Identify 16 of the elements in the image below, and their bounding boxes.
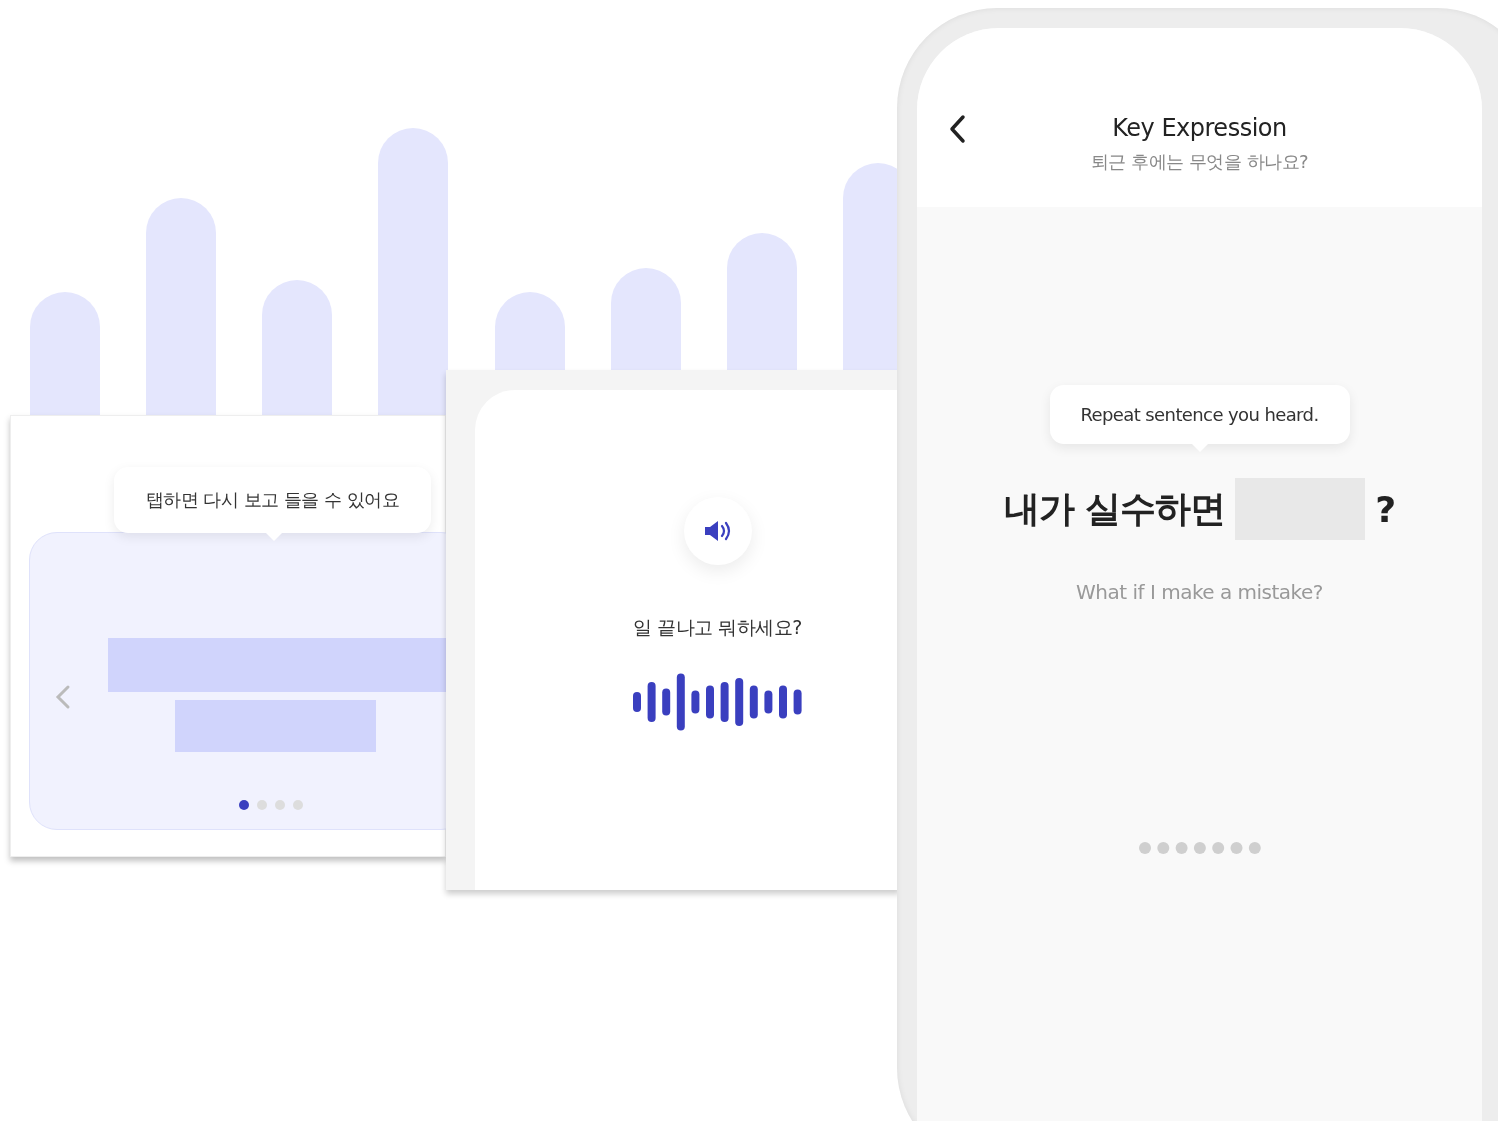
loading-dots-icon <box>1138 842 1261 854</box>
phrase-text: 일 끝나고 뭐하세요? <box>633 615 802 640</box>
translation-text: What if I make a mistake? <box>1076 580 1323 604</box>
back-button[interactable] <box>947 114 967 144</box>
page-dot[interactable] <box>239 800 249 810</box>
sentence-text: 내가 실수하면 <box>1003 486 1226 531</box>
screen-subtitle: 퇴근 후에는 무엇을 하나요? <box>1090 150 1309 174</box>
page-dot[interactable] <box>275 800 285 810</box>
page-dot[interactable] <box>293 800 303 810</box>
tooltip-text: 탭하면 다시 보고 들을 수 있어요 <box>145 488 400 512</box>
page-dot[interactable] <box>257 800 267 810</box>
speaker-icon <box>702 520 733 542</box>
question-mark: ? <box>1375 488 1396 530</box>
screen-title: Key Expression <box>1112 114 1287 142</box>
tooltip-text: Repeat sentence you heard. <box>1080 404 1319 425</box>
back-icon <box>947 114 967 144</box>
